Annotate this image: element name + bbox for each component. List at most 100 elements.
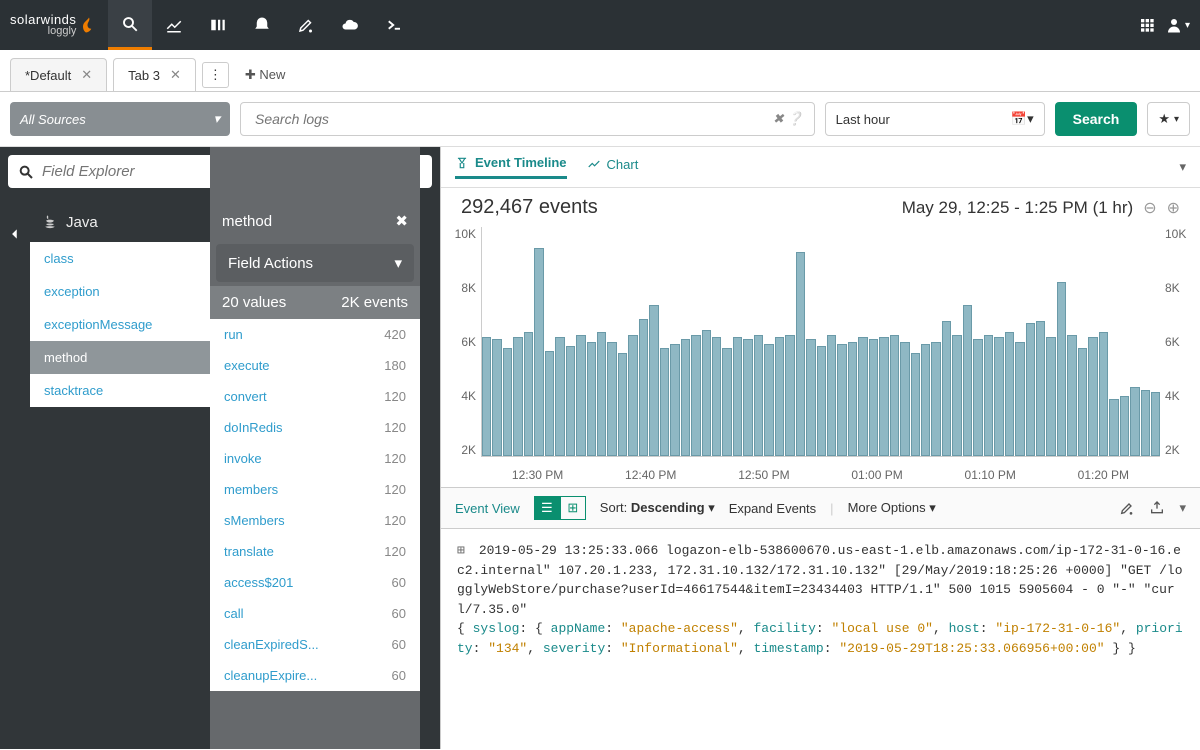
chart-bar[interactable] [921, 344, 930, 456]
chart-bar[interactable] [482, 337, 491, 456]
sources-dropdown[interactable]: All Sources ▾ [10, 102, 230, 136]
close-icon[interactable]: ✕ [81, 67, 92, 83]
chart-bar[interactable] [587, 342, 596, 457]
value-row[interactable]: doInRedis120 [210, 412, 420, 443]
chart-bar[interactable] [911, 353, 920, 456]
chart-bar[interactable] [952, 335, 961, 456]
field-method[interactable]: method [30, 341, 210, 374]
chart-menu-icon[interactable]: ▾ [1179, 159, 1186, 175]
time-range-dropdown[interactable]: Last hour 📅▾ [825, 102, 1045, 136]
cloud-nav-icon[interactable] [328, 0, 372, 50]
chart-bar[interactable] [1026, 323, 1035, 456]
chart-bar[interactable] [513, 337, 522, 456]
chart-bar[interactable] [775, 337, 784, 456]
user-menu-icon[interactable]: ▾ [1165, 16, 1190, 34]
chart-bar[interactable] [973, 339, 982, 456]
chart-bar[interactable] [733, 337, 742, 456]
sort-dropdown[interactable]: Sort: Descending ▾ [600, 500, 715, 516]
expand-log-icon[interactable]: ⊞ [457, 541, 471, 561]
collapse-panel-icon[interactable] [0, 147, 30, 749]
zoom-in-icon[interactable]: ⊕ [1167, 198, 1180, 218]
field-exceptionMessage[interactable]: exceptionMessage [30, 308, 210, 341]
value-row[interactable]: members120 [210, 474, 420, 505]
chart-bar[interactable] [1057, 282, 1066, 456]
chart-bar[interactable] [931, 342, 940, 457]
new-tab-button[interactable]: ✚ New [235, 61, 296, 89]
chart-bar[interactable] [722, 348, 731, 456]
dashboard-nav-icon[interactable] [196, 0, 240, 50]
chart-bar[interactable] [597, 332, 606, 456]
apps-icon[interactable] [1139, 17, 1155, 33]
chart-bar[interactable] [576, 335, 585, 456]
chart-bar[interactable] [858, 337, 867, 456]
chart-bar[interactable] [1088, 337, 1097, 456]
chart-bar[interactable] [869, 339, 878, 456]
value-row[interactable]: convert120 [210, 381, 420, 412]
clear-search-icon[interactable]: ✖ [773, 111, 784, 127]
chart-bar[interactable] [670, 344, 679, 456]
chart-bar[interactable] [1130, 387, 1139, 456]
chart-bar[interactable] [827, 335, 836, 456]
search-button[interactable]: Search [1055, 102, 1138, 136]
log-events-area[interactable]: ⊞ 2019-05-29 13:25:33.066 logazon-elb-53… [441, 529, 1200, 749]
chart-bar[interactable] [1099, 332, 1108, 456]
chart-bar[interactable] [848, 342, 857, 457]
chart-bar[interactable] [1109, 399, 1118, 456]
chart-bar[interactable] [566, 346, 575, 456]
chart-bar[interactable] [639, 319, 648, 456]
chart-nav-icon[interactable] [152, 0, 196, 50]
chart-bar[interactable] [607, 342, 616, 457]
value-row[interactable]: execute180 [210, 350, 420, 381]
value-row[interactable]: invoke120 [210, 443, 420, 474]
chart-bar[interactable] [806, 339, 815, 456]
terminal-nav-icon[interactable] [372, 0, 416, 50]
chart-bar[interactable] [702, 330, 711, 456]
value-row[interactable]: cleanupExpire...60 [210, 660, 420, 691]
chart-bar[interactable] [890, 335, 899, 456]
chart-bar[interactable] [942, 321, 951, 456]
value-row[interactable]: access$20160 [210, 567, 420, 598]
chart-bar[interactable] [984, 335, 993, 456]
grid-view-icon[interactable]: ⊞ [560, 496, 586, 520]
chart-bar[interactable] [994, 337, 1003, 456]
log-entry[interactable]: ⊞ 2019-05-29 13:25:33.066 logazon-elb-53… [457, 541, 1184, 658]
chart-bar[interactable] [649, 305, 658, 456]
tool-icon-1[interactable] [1119, 500, 1135, 516]
chart-bar[interactable] [900, 342, 909, 457]
chart-bar[interactable] [879, 337, 888, 456]
tab-chart[interactable]: Chart [587, 157, 639, 178]
close-method-icon[interactable]: ✖ [395, 212, 408, 230]
export-icon[interactable] [1149, 500, 1165, 516]
chart-bar[interactable] [1046, 337, 1055, 456]
chart-bar[interactable] [545, 351, 554, 456]
tab-default[interactable]: *Default ✕ [10, 58, 107, 91]
chart-bar[interactable] [785, 335, 794, 456]
field-actions-dropdown[interactable]: Field Actions ▾ [216, 244, 414, 282]
chart-bar[interactable] [754, 335, 763, 456]
tab-options-icon[interactable]: ⋮ [202, 62, 229, 88]
value-row[interactable]: cleanExpiredS...60 [210, 629, 420, 660]
zoom-out-icon[interactable]: ⊖ [1143, 198, 1156, 218]
chart-bar[interactable] [1078, 348, 1087, 456]
value-row[interactable]: sMembers120 [210, 505, 420, 536]
chart-bar[interactable] [1005, 332, 1014, 456]
expand-events-button[interactable]: Expand Events [729, 501, 816, 516]
chart-bar[interactable] [1151, 392, 1160, 456]
chart-bar[interactable] [660, 348, 669, 456]
close-icon[interactable]: ✕ [170, 67, 181, 83]
tab-3[interactable]: Tab 3 ✕ [113, 58, 196, 91]
list-view-icon[interactable]: ☰ [534, 496, 560, 520]
chart-bar[interactable] [691, 335, 700, 456]
chart-bar[interactable] [764, 344, 773, 456]
value-row[interactable]: translate120 [210, 536, 420, 567]
chart-bar[interactable] [1141, 390, 1150, 456]
edit-nav-icon[interactable] [284, 0, 328, 50]
value-row[interactable]: call60 [210, 598, 420, 629]
chart-bars[interactable] [481, 227, 1160, 457]
chart-bar[interactable] [1015, 342, 1024, 457]
java-category-header[interactable]: Java [30, 202, 210, 242]
chart-bar[interactable] [1036, 321, 1045, 456]
chart-bar[interactable] [1120, 396, 1129, 456]
alerts-nav-icon[interactable] [240, 0, 284, 50]
value-row[interactable]: run420 [210, 319, 420, 350]
